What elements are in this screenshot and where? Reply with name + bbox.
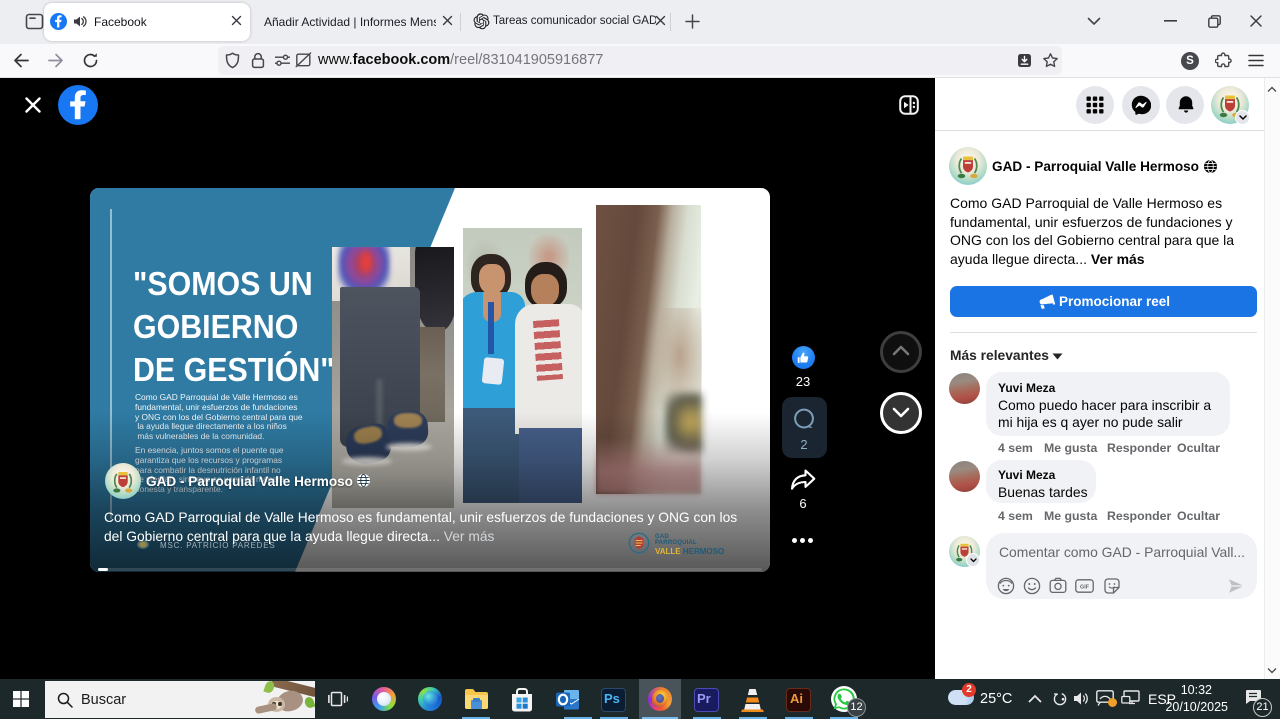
svg-text:GIF: GIF (1080, 585, 1090, 591)
